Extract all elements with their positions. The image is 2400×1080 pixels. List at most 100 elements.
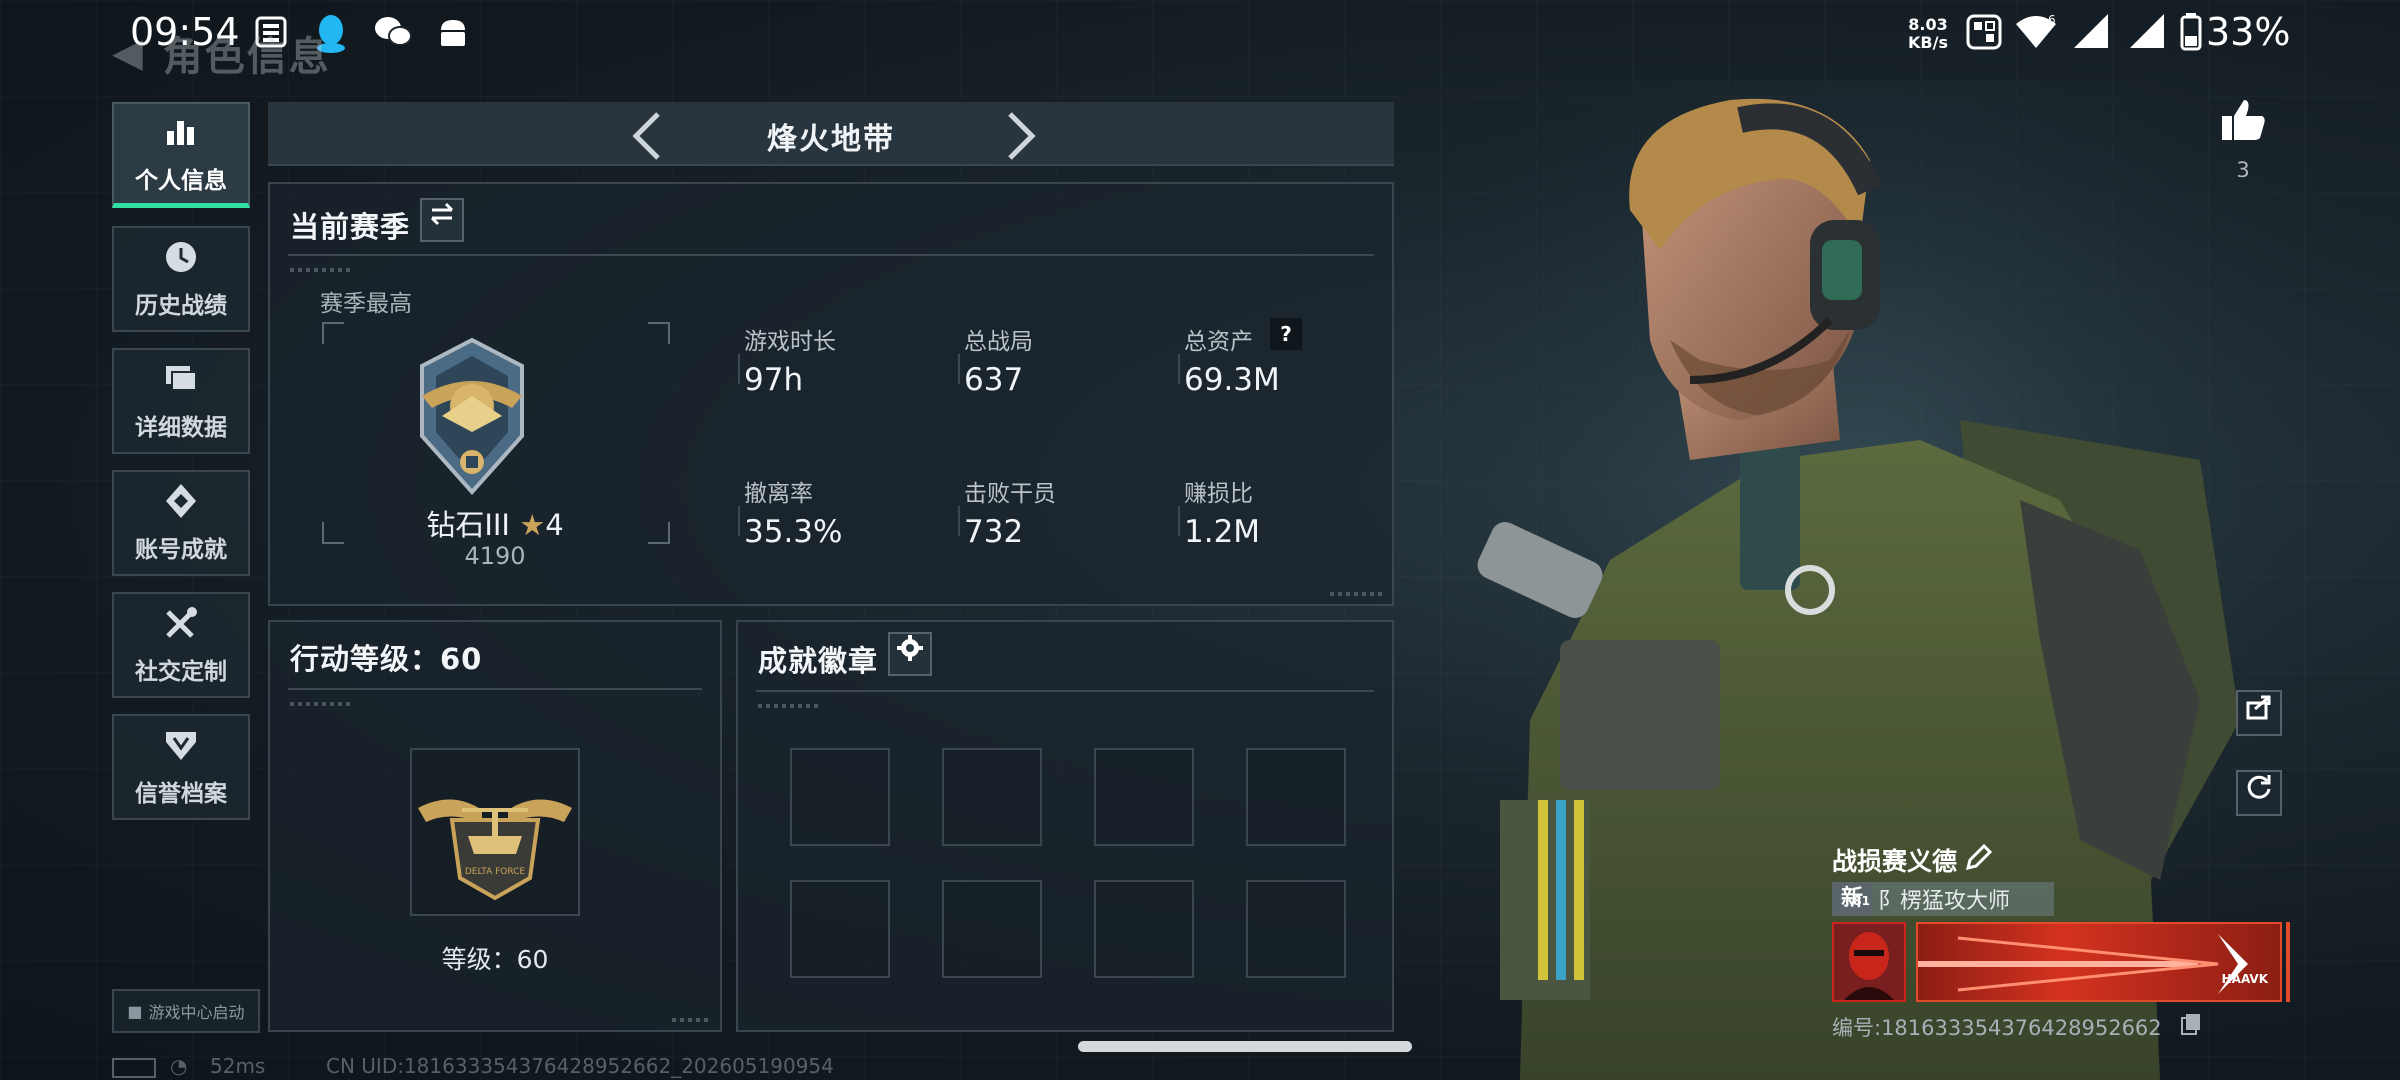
divider [756,690,1374,692]
badge-slot[interactable] [790,880,890,978]
mode-next-chevron-icon[interactable] [1000,110,1040,174]
nav-item-achievements[interactable]: 账号成就 [112,470,250,576]
svg-text:DELTA FORCE: DELTA FORCE [465,867,526,877]
card-edge [2286,922,2290,1002]
edit-name-button[interactable] [1964,843,1993,872]
badge-slot[interactable] [790,748,890,846]
svg-text:6: 6 [2048,13,2056,27]
help-icon[interactable]: ? [1270,318,1302,350]
stat-tick [738,506,740,536]
badge-slot[interactable] [1094,880,1194,978]
rank-stars: 4 [545,508,564,542]
stat-tick [958,506,960,536]
decor-ticks [1330,592,1384,596]
nfc-icon [1966,12,2002,52]
badge-slot[interactable] [1246,748,1346,846]
player-title-badge: 新 81 阝楞猛攻大师 [1832,882,2054,916]
decor-ticks [672,1018,712,1022]
divider [288,688,702,690]
battery-icon [2180,12,2202,52]
decor-ticks [758,704,818,708]
uid-text: CN UID:18163335437642895​2662_2026051909… [326,1054,834,1078]
tools-icon [161,604,201,644]
card-arrow-graphic [1918,934,2248,994]
stat-label-operators-defeated: 击败干员 [964,481,1056,507]
like-button[interactable] [2218,94,2270,146]
decor-ticks [290,268,350,272]
net-speed: 8.03 KB/s [1908,15,1948,52]
achievement-badges-panel: 成就徽章 [736,620,1394,1032]
battery-status-icon [112,1058,156,1078]
stat-label-extraction-rate: 撤离率 [744,481,813,507]
stat-value-total-matches: 637 [964,362,1024,398]
rank-name: 钻石III [426,508,510,542]
badge-slot[interactable] [1246,880,1346,978]
star-icon: ★ [519,508,546,542]
android-icon [435,14,471,50]
wifi-icon: 6 [2014,12,2058,52]
refresh-button[interactable] [2236,770,2282,816]
player-avatar[interactable] [1832,922,1906,1002]
title-text: 阝楞猛攻大师 [1878,889,2011,914]
badges-title: 成就徽章 [758,644,879,678]
nav-item-social-custom[interactable]: 社交定制 [112,592,250,698]
share-icon [2246,695,2271,720]
rank-name-row: 钻石III ★4 [270,502,720,544]
stat-value-profit-loss-ratio: 1.2M [1184,514,1261,550]
stat-value-extraction-rate: 35.3% [744,514,843,550]
divider [288,254,1374,256]
mode-prev-chevron-icon[interactable] [628,110,668,174]
badge-settings-button[interactable] [888,632,932,676]
stat-label-play-time: 游戏时长 [744,329,836,355]
mode-title: 烽火地带 [767,122,895,157]
game-center-launch-button[interactable]: ■ 游戏中心启动 [112,989,260,1033]
action-level-panel: 行动等级：60 DELTA FORCE 等级：60 [268,620,722,1032]
folder-icon [161,360,201,400]
stat-label-profit-loss-ratio: 赚损比 [1184,481,1253,507]
signal-1-icon [2072,12,2110,52]
bar-chart-icon [161,113,201,153]
wifi-ping-icon: ◔ [170,1054,188,1078]
stat-tick [1178,354,1180,384]
delta-force-emblem: DELTA FORCE [418,799,572,901]
history-clock-icon [161,238,201,278]
stat-value-play-time: 97h [744,362,804,398]
player-serial: 编号:1816333543764289526​62 [1832,1016,2162,1040]
current-season-panel: 当前赛季 赛季最高 钻石III ★4 4190 游戏时长 97h 总战局 637… [268,182,1394,606]
lock-icon: ■ [127,1001,143,1021]
stat-label-total-assets: 总资产 [1184,329,1253,355]
card-brand: HAAVK [2221,972,2268,986]
wechat-icon [373,14,412,50]
gear-icon [897,635,923,661]
back-arrow-icon: ◀ [112,30,143,76]
like-count: 3 [2236,158,2250,182]
ping-text: 52ms [210,1054,266,1078]
nav-item-credit-file[interactable]: 信誉档案 [112,714,250,820]
season-switch-button[interactable] [420,198,464,242]
stat-value-operators-defeated: 732 [964,514,1024,550]
stat-value-total-assets: 69.3M [1184,362,1280,398]
name-card-banner[interactable]: HAAVK [1916,922,2282,1002]
diamond-rank-emblem [420,337,524,496]
title-tag: 新 81 [1832,882,1872,916]
share-button[interactable] [2236,690,2282,736]
badge-slot[interactable] [942,748,1042,846]
rank-points: 4190 [464,542,526,570]
back-button[interactable]: ◀ 角色信息 [112,28,331,80]
season-title: 当前赛季 [290,210,411,244]
achievement-icon [161,482,201,522]
refresh-icon [2247,775,2271,799]
badge-slot[interactable] [1094,748,1194,846]
stat-label-total-matches: 总战局 [964,329,1033,355]
nav-item-personal-info[interactable]: 个人信息 [112,102,250,208]
nav-item-history[interactable]: 历史战绩 [112,226,250,332]
copy-serial-button[interactable] [2180,1012,2202,1036]
badge-slot[interactable] [942,880,1042,978]
stat-tick [738,354,740,384]
signal-2-icon [2128,12,2166,52]
home-indicator[interactable] [1078,1041,1412,1052]
stat-tick [958,354,960,384]
nav-item-detailed-data[interactable]: 详细数据 [112,348,250,454]
credit-shield-icon [161,726,201,766]
level-text: 等级：60 [441,945,549,974]
